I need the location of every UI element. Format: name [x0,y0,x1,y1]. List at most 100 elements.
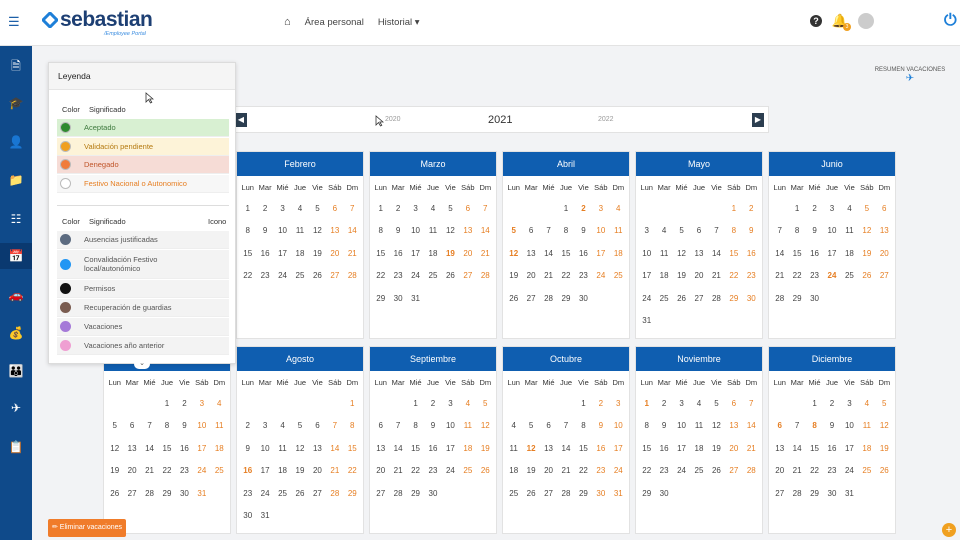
calendar-day[interactable]: 15 [344,438,361,460]
calendar-day[interactable]: 5 [876,393,893,415]
calendar-day[interactable]: 29 [158,483,175,505]
calendar-day[interactable]: 17 [592,243,609,265]
resumen-vacaciones[interactable]: RESUMEN VACACIONES ✈ [874,67,946,84]
calendar-day[interactable]: 10 [256,438,273,460]
calendar-day[interactable]: 26 [106,483,123,505]
calendar-day[interactable]: 9 [424,415,441,437]
folder-icon[interactable]: 📁 [0,167,32,193]
calendar-day[interactable]: 1 [158,393,175,415]
calendar-day[interactable]: 21 [708,265,725,287]
calendar-day[interactable]: 19 [708,438,725,460]
calendar-day[interactable]: 18 [610,243,627,265]
calendar-day[interactable]: 26 [522,483,539,505]
calendar-day[interactable]: 2 [176,393,193,415]
calendar-day[interactable]: 25 [858,460,875,482]
calendar-day[interactable]: 7 [389,415,406,437]
calendar-day[interactable]: 19 [477,438,494,460]
calendar-day[interactable]: 22 [575,460,592,482]
calendar-day[interactable]: 14 [389,438,406,460]
calendar-day[interactable]: 31 [638,310,655,332]
calendar-day[interactable]: 9 [743,220,760,242]
org-chart-icon[interactable]: ☷ [0,206,32,232]
calendar-day[interactable]: 27 [690,288,707,310]
calendar-day[interactable]: 23 [743,265,760,287]
calendar-day[interactable]: 30 [743,288,760,310]
calendar-day[interactable]: 6 [690,220,707,242]
calendar-day[interactable]: 30 [176,483,193,505]
calendar-day[interactable]: 10 [592,220,609,242]
calendar-day[interactable]: 12 [876,415,893,437]
calendar-day[interactable]: 9 [823,415,840,437]
calendar-day[interactable]: 17 [673,438,690,460]
calendar-day[interactable]: 27 [309,483,326,505]
calendar-day[interactable]: 21 [477,243,494,265]
calendar-day[interactable]: 7 [771,220,788,242]
calendar-day[interactable]: 5 [106,415,123,437]
calendar-day[interactable]: 23 [424,460,441,482]
calendar-day[interactable]: 4 [841,198,858,220]
calendar-day[interactable]: 7 [743,393,760,415]
calendar-day[interactable]: 23 [823,460,840,482]
calendar-day[interactable]: 14 [326,438,343,460]
calendar-day[interactable]: 26 [477,460,494,482]
calendar-day[interactable]: 8 [372,220,389,242]
calendar-day[interactable]: 13 [690,243,707,265]
calendar-day[interactable]: 8 [344,415,361,437]
calendar-day[interactable]: 16 [743,243,760,265]
calendar-day[interactable]: 9 [575,220,592,242]
calendar-day[interactable]: 30 [389,288,406,310]
calendar-day[interactable]: 28 [389,483,406,505]
calendar-day[interactable]: 14 [557,438,574,460]
calendar-day[interactable]: 1 [407,393,424,415]
calendar-day[interactable]: 6 [372,415,389,437]
calendar-day[interactable]: 10 [610,415,627,437]
calendar-day[interactable]: 28 [344,265,361,287]
calendar-day[interactable]: 2 [592,393,609,415]
calendar-day[interactable]: 16 [176,438,193,460]
calendar-day[interactable]: 22 [239,265,256,287]
calendar-day[interactable]: 15 [407,438,424,460]
calendar-day[interactable]: 6 [326,198,343,220]
calendar-day[interactable]: 11 [291,220,308,242]
power-icon[interactable]: ⏻ [944,12,960,30]
calendar-day[interactable]: 7 [477,198,494,220]
calendar-day[interactable]: 28 [141,483,158,505]
graduation-cap-icon[interactable]: 🎓 [0,90,32,116]
calendar-day[interactable]: 20 [522,265,539,287]
calendar-day[interactable]: 20 [372,460,389,482]
calendar-day[interactable]: 4 [690,393,707,415]
calendar-day[interactable]: 23 [592,460,609,482]
calendar-day[interactable]: 13 [876,220,893,242]
calendar-day[interactable]: 23 [256,265,273,287]
calendar-day[interactable]: 16 [389,243,406,265]
calendar-day[interactable]: 3 [638,220,655,242]
calendar-day[interactable]: 31 [610,483,627,505]
calendar-day[interactable]: 13 [326,220,343,242]
calendar-day[interactable]: 14 [344,220,361,242]
calendar-day[interactable]: 16 [256,243,273,265]
calendar-day[interactable]: 1 [372,198,389,220]
calendar-day[interactable]: 27 [372,483,389,505]
calendar-day[interactable]: 5 [708,393,725,415]
calendar-day[interactable]: 18 [858,438,875,460]
calendar-day[interactable]: 6 [771,415,788,437]
calendar-day[interactable]: 16 [823,438,840,460]
calendar-day[interactable]: 18 [505,460,522,482]
checklist-icon[interactable]: 📋 [0,434,32,460]
nav-area-personal[interactable]: Área personal [305,17,364,28]
calendar-day[interactable]: 28 [708,288,725,310]
calendar-day[interactable]: 27 [522,288,539,310]
calendar-day[interactable]: 2 [256,198,273,220]
calendar-day[interactable]: 25 [459,460,476,482]
calendar-day[interactable]: 8 [158,415,175,437]
home-icon[interactable]: ⌂ [284,16,291,28]
calendar-day[interactable]: 17 [841,438,858,460]
delete-vacation-button[interactable]: ✏ Eliminar vacaciones [48,519,126,537]
calendar-day[interactable]: 12 [477,415,494,437]
calendar-day[interactable]: 12 [106,438,123,460]
calendar-day[interactable]: 26 [858,265,875,287]
calendar-day[interactable]: 13 [372,438,389,460]
calendar-day[interactable]: 11 [655,243,672,265]
calendar-day[interactable]: 4 [211,393,228,415]
previous-year[interactable]: 2020 [385,116,401,123]
